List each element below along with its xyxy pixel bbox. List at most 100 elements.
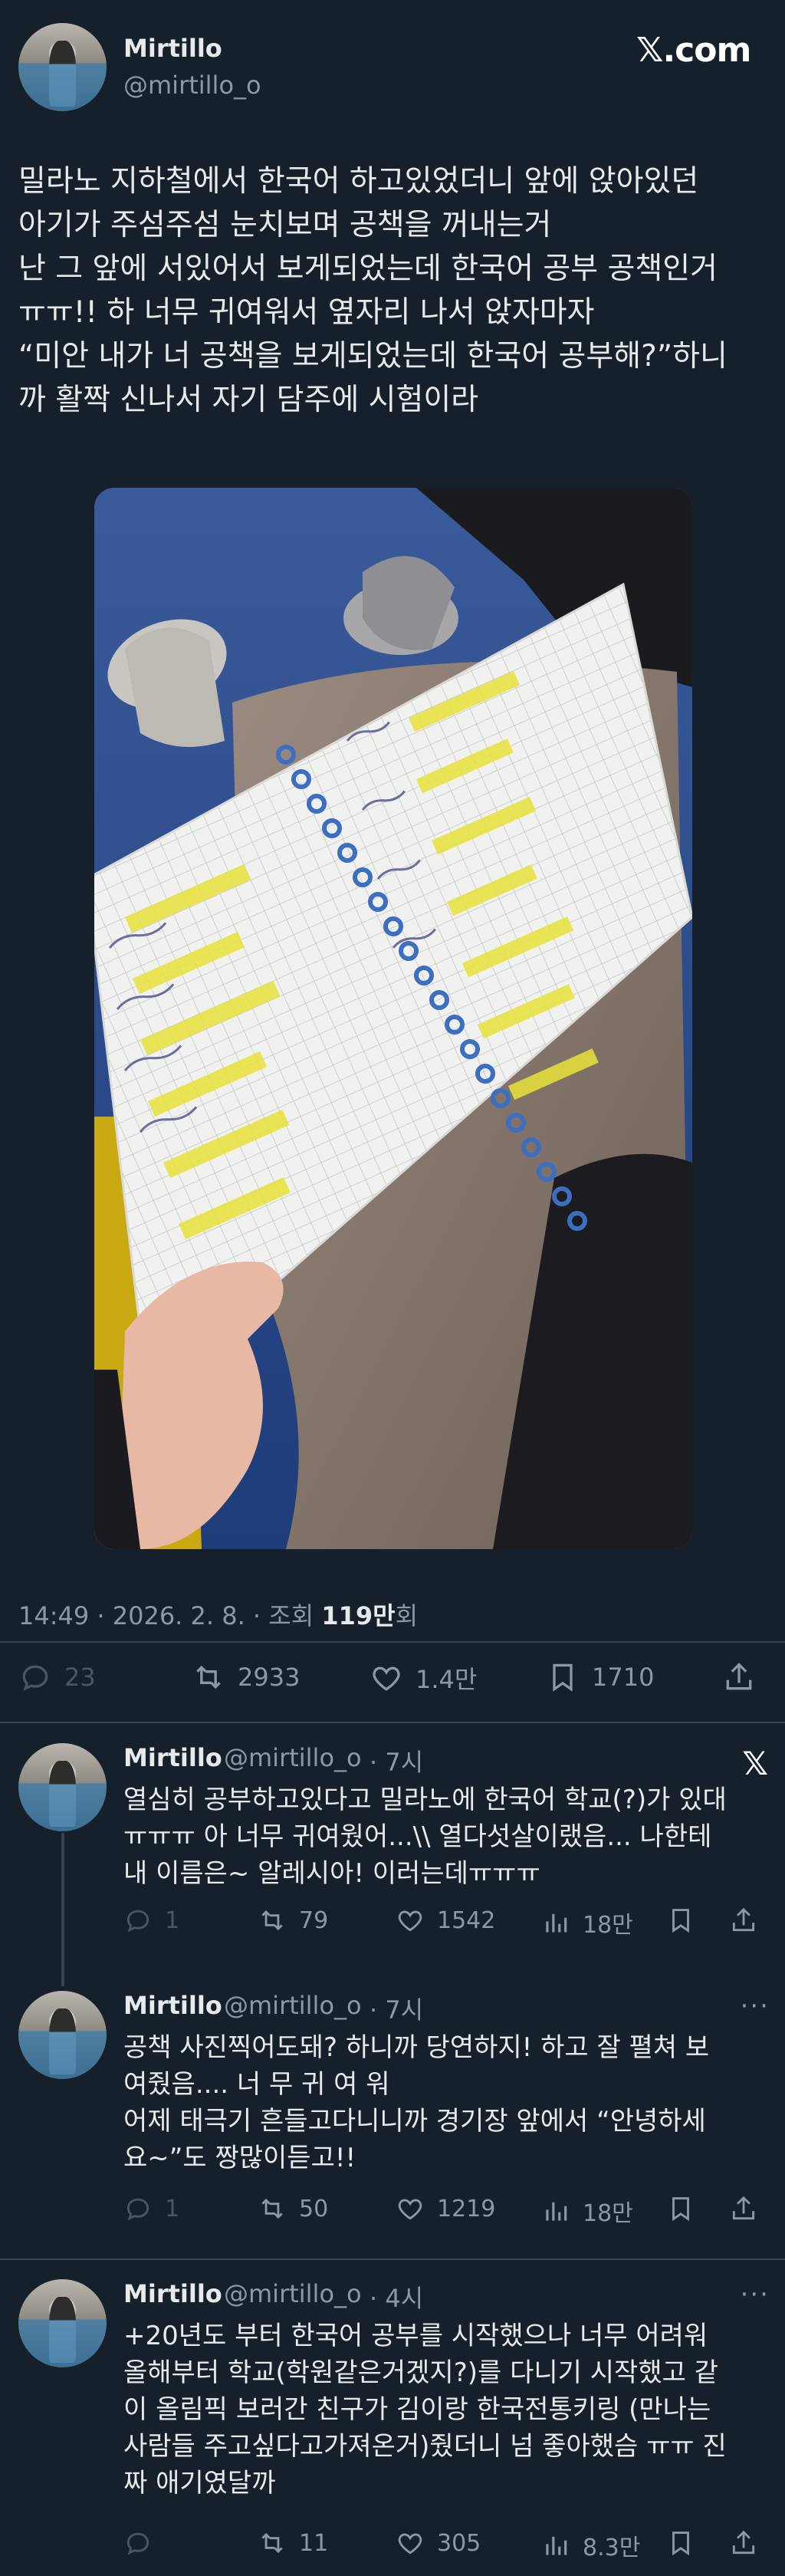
views-button[interactable]: 18만 xyxy=(541,1906,633,1939)
reply-count: 1 xyxy=(165,1907,180,1934)
reply-icon xyxy=(126,1910,149,1933)
reply-icon xyxy=(126,2532,149,2555)
like-count: 1.4만 xyxy=(415,1665,478,1694)
post-timestamp: 14:49 · 2026. 2. 8. · 조회 xyxy=(18,1601,322,1630)
like-count: 1542 xyxy=(437,1907,496,1934)
view-count: 119만 xyxy=(321,1601,396,1630)
x-logo-icon: 𝕏 xyxy=(742,1745,768,1782)
post-actions: 23 2933 1.4만 1710 xyxy=(0,1660,785,1706)
share-icon xyxy=(732,1907,755,1932)
bookmark-icon xyxy=(672,2532,689,2556)
more-options-icon[interactable]: ··· xyxy=(741,1991,770,2022)
handle[interactable]: @mirtillo_o xyxy=(224,1743,362,1772)
reply-icon xyxy=(22,1665,48,1691)
repost-count: 79 xyxy=(299,1907,329,1934)
views-button[interactable]: 8.3만 xyxy=(541,2528,640,2562)
display-name[interactable]: Mirtillo xyxy=(123,34,222,63)
heart-icon xyxy=(398,2533,422,2555)
reply-button[interactable]: 1 xyxy=(123,1906,179,1935)
reply-actions: 1 79 1542 18만 xyxy=(123,1906,767,1943)
view-count: 18만 xyxy=(583,2200,633,2227)
post-time[interactable]: · 4시 xyxy=(370,2279,423,2314)
handle[interactable]: @mirtillo_o xyxy=(224,1991,362,2020)
repost-count: 11 xyxy=(299,2529,329,2557)
bookmark-button[interactable] xyxy=(666,2194,695,2223)
divider xyxy=(0,2259,785,2260)
bookmark-icon xyxy=(672,1909,689,1933)
repost-count: 50 xyxy=(299,2195,329,2222)
handle[interactable]: @mirtillo_o xyxy=(224,2279,362,2308)
like-button[interactable]: 1542 xyxy=(396,1906,495,1935)
repost-icon xyxy=(261,2198,283,2219)
repost-count: 2933 xyxy=(238,1663,301,1692)
share-icon xyxy=(726,1663,752,1690)
bookmark-icon xyxy=(672,2197,689,2222)
reply-text: +20년도 부터 한국어 공부를 시작했으나 너무 어려워 올해부터 학교(학원… xyxy=(123,2321,727,2499)
like-button[interactable]: 305 xyxy=(396,2528,481,2558)
repost-button[interactable]: 11 xyxy=(258,2528,328,2558)
avatar[interactable] xyxy=(18,23,107,111)
heart-icon xyxy=(398,1910,422,1932)
view-count: 18만 xyxy=(583,1912,633,1939)
bookmark-button[interactable]: 1710 xyxy=(546,1660,654,1694)
bookmark-button[interactable] xyxy=(666,1906,695,1935)
share-icon xyxy=(732,2196,755,2220)
divider xyxy=(0,1722,785,1723)
reply-count: 23 xyxy=(64,1663,96,1692)
post-photo[interactable] xyxy=(94,488,692,1549)
bookmark-icon xyxy=(553,1663,573,1692)
repost-button[interactable]: 79 xyxy=(258,1906,328,1935)
repost-button[interactable]: 50 xyxy=(258,2194,328,2223)
like-count: 305 xyxy=(437,2529,481,2557)
reply-text: 공책 사진찍어도돼? 하니까 당연하지! 하고 잘 펼쳐 보 여줬음.... 너… xyxy=(123,2032,710,2173)
avatar[interactable] xyxy=(18,1743,107,1831)
share-icon xyxy=(732,2530,755,2555)
handle[interactable]: @mirtillo_o xyxy=(123,71,261,100)
reply-text: 열심히 공부하고있다고 밀라노에 한국어 학교(?)가 있대 ㅠㅠㅠ 아 너무 … xyxy=(123,1785,727,1889)
view-suffix: 회 xyxy=(395,1601,419,1630)
post-time[interactable]: · 7시 xyxy=(370,1743,423,1778)
share-button[interactable] xyxy=(729,2528,758,2558)
x-logo-icon: 𝕏.com xyxy=(636,31,751,70)
bookmark-button[interactable] xyxy=(666,2528,695,2558)
repost-icon xyxy=(261,1910,283,1931)
post-meta: 14:49 · 2026. 2. 8. · 조회 119만회 xyxy=(18,1597,418,1632)
like-count: 1219 xyxy=(437,2195,496,2222)
reply-post: Mirtillo @mirtillo_o · 7시 ··· 공책 사진찍어도돼?… xyxy=(0,1991,785,2244)
reply-icon xyxy=(126,2198,149,2221)
bookmark-count: 1710 xyxy=(592,1663,655,1692)
repost-icon xyxy=(196,1665,221,1689)
repost-button[interactable]: 2933 xyxy=(192,1660,300,1694)
view-count: 8.3만 xyxy=(583,2535,641,2561)
reply-post: Mirtillo @mirtillo_o · 7시 𝕏 열심히 공부하고있다고 … xyxy=(0,1743,785,1958)
heart-icon xyxy=(373,1666,400,1691)
divider xyxy=(0,1641,785,1643)
display-name[interactable]: Mirtillo xyxy=(123,2279,222,2308)
display-name[interactable]: Mirtillo xyxy=(123,1743,222,1772)
reply-post: Mirtillo @mirtillo_o · 4시 ··· +20년도 부터 한… xyxy=(0,2279,785,2571)
views-button[interactable]: 18만 xyxy=(541,2194,633,2228)
avatar[interactable] xyxy=(18,2279,107,2367)
more-options-icon[interactable]: ··· xyxy=(741,2279,770,2310)
notebook-photo-illustration xyxy=(94,488,692,1549)
avatar[interactable] xyxy=(18,1991,107,2079)
reply-actions: 1 50 1219 18만 xyxy=(123,2194,767,2231)
heart-icon xyxy=(398,2199,422,2220)
like-button[interactable]: 1.4만 xyxy=(370,1660,477,1696)
analytics-icon xyxy=(546,1913,567,1933)
like-button[interactable]: 1219 xyxy=(396,2194,495,2223)
analytics-icon xyxy=(546,2536,567,2555)
display-name[interactable]: Mirtillo xyxy=(123,1991,222,2020)
post-time[interactable]: · 7시 xyxy=(370,1991,423,2026)
reply-button[interactable]: 1 xyxy=(123,2194,179,2223)
reply-actions: 11 305 8.3만 xyxy=(123,2528,767,2565)
reply-button[interactable] xyxy=(123,2528,165,2558)
reply-count: 1 xyxy=(165,2195,180,2222)
analytics-icon xyxy=(546,2202,567,2221)
repost-icon xyxy=(261,2532,283,2554)
reply-button[interactable]: 23 xyxy=(18,1660,96,1694)
post-text: 밀라노 지하철에서 한국어 하고있었더니 앞에 앉아있던 아기가 주섬주섬 눈치… xyxy=(18,164,728,417)
share-button[interactable] xyxy=(722,1660,756,1694)
share-button[interactable] xyxy=(729,1906,758,1935)
share-button[interactable] xyxy=(729,2194,758,2223)
